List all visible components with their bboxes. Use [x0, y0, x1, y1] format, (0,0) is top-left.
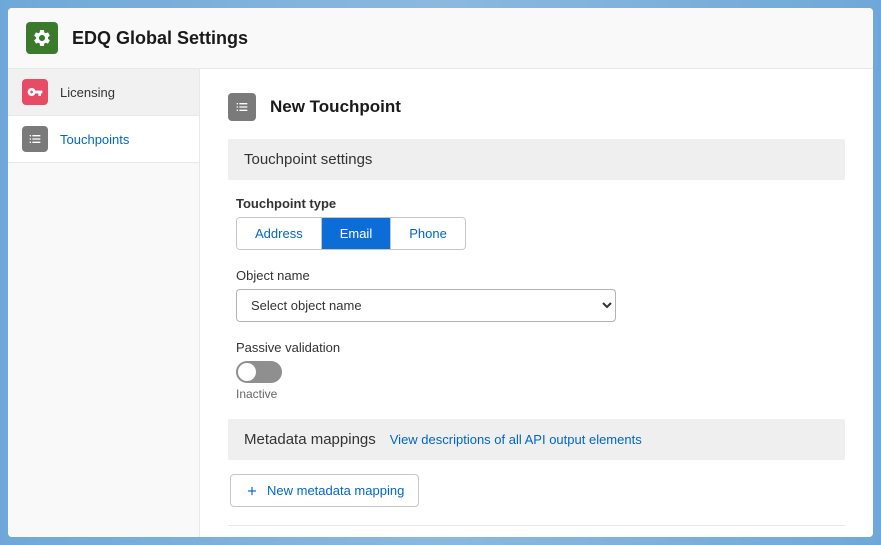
sidebar-item-label: Touchpoints: [60, 132, 129, 147]
key-icon: [22, 79, 48, 105]
page-title: New Touchpoint: [270, 97, 401, 117]
new-metadata-mapping-label: New metadata mapping: [267, 483, 404, 498]
passive-validation-label: Passive validation: [236, 340, 837, 355]
footer-actions: Cancel Save: [228, 525, 845, 537]
gear-icon: [26, 22, 58, 54]
object-name-label: Object name: [236, 268, 837, 283]
plus-icon: [245, 484, 259, 498]
app-container: EDQ Global Settings Licensing Touchpoint…: [8, 8, 873, 537]
touchpoint-type-group: Touchpoint type Address Email Phone: [228, 196, 845, 250]
segment-phone[interactable]: Phone: [391, 218, 465, 249]
sidebar-item-licensing[interactable]: Licensing: [8, 69, 199, 116]
passive-validation-group: Passive validation Inactive: [228, 340, 845, 401]
segment-address[interactable]: Address: [237, 218, 322, 249]
passive-validation-status: Inactive: [236, 387, 837, 401]
sidebar: Licensing Touchpoints: [8, 69, 200, 537]
passive-validation-toggle[interactable]: [236, 361, 282, 383]
api-descriptions-link[interactable]: View descriptions of all API output elem…: [390, 432, 642, 447]
toggle-knob: [238, 363, 256, 381]
section-title-settings: Touchpoint settings: [228, 139, 845, 180]
section-title-metadata: Metadata mappings: [244, 431, 376, 448]
app-header: EDQ Global Settings: [8, 8, 873, 69]
sidebar-item-touchpoints[interactable]: Touchpoints: [8, 116, 199, 163]
touchpoint-type-segmented: Address Email Phone: [236, 217, 466, 250]
new-metadata-mapping-button[interactable]: New metadata mapping: [230, 474, 419, 507]
section-header-metadata: Metadata mappings View descriptions of a…: [228, 419, 845, 460]
segment-email[interactable]: Email: [322, 218, 392, 249]
page-header: New Touchpoint: [228, 93, 845, 121]
list-icon: [22, 126, 48, 152]
app-body: Licensing Touchpoints New Touchpoint Tou…: [8, 69, 873, 537]
object-name-group: Object name Select object name: [228, 268, 845, 322]
list-icon: [228, 93, 256, 121]
object-name-select[interactable]: Select object name: [236, 289, 616, 322]
main-content: New Touchpoint Touchpoint settings Touch…: [200, 69, 873, 537]
sidebar-item-label: Licensing: [60, 85, 115, 100]
app-title: EDQ Global Settings: [72, 28, 248, 49]
touchpoint-type-label: Touchpoint type: [236, 196, 837, 211]
